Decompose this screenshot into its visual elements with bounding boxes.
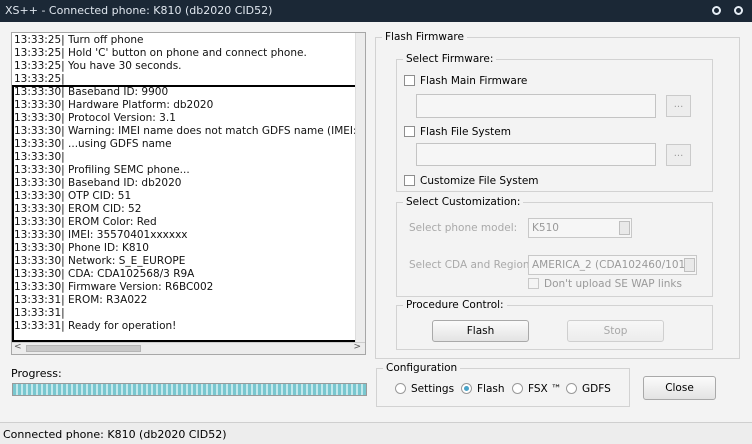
progress-bar [12,383,367,396]
browse-file-system-button[interactable]: ... [666,144,691,166]
radio-settings[interactable]: Settings [395,383,454,395]
phone-model-select[interactable]: K510 [528,218,632,238]
flash-button[interactable]: Flash [432,320,529,342]
log-horizontal-scrollbar[interactable]: < > [12,342,365,354]
title-bar: XS++ - Connected phone: K810 (db2020 CID… [0,0,752,22]
radio-gdfs[interactable]: GDFS [566,383,611,395]
phone-model-value: K510 [532,222,559,234]
flash-main-firmware-checkbox[interactable]: Flash Main Firmware [404,75,527,87]
select-customization-legend: Select Customization: [403,196,524,209]
cda-region-value: AMERICA_2 (CDA102460/101) [532,259,690,271]
radio-fsx[interactable]: FSX ™ [512,383,562,395]
radio-icon[interactable] [512,383,523,394]
scrollbar-thumb[interactable] [26,345,141,352]
cda-region-select[interactable]: AMERICA_2 (CDA102460/101) [528,255,697,275]
log-panel[interactable]: 13:33:25| Turn off phone 13:33:25| Hold '… [11,32,366,355]
main-firmware-path-field[interactable] [416,94,656,118]
procedure-control-legend: Procedure Control: [403,299,507,312]
progress-label: Progress: [11,367,62,380]
dropdown-arrow-icon[interactable] [684,258,695,272]
dont-upload-wap-checkbox[interactable]: Don't upload SE WAP links [528,278,682,290]
phone-model-label: Select phone model: [409,222,518,234]
flash-main-firmware-label: Flash Main Firmware [420,75,528,87]
dont-upload-wap-label: Don't upload SE WAP links [544,278,682,290]
scroll-left-icon[interactable]: < [14,342,22,352]
flash-firmware-legend: Flash Firmware [382,31,467,44]
radio-fsx-label: FSX ™ [528,383,562,395]
log-line: 13:33:25| Hold 'C' button on phone and c… [14,47,307,59]
radio-settings-label: Settings [411,383,455,395]
radio-flash[interactable]: Flash [461,383,505,395]
radio-flash-label: Flash [477,383,505,395]
select-firmware-legend: Select Firmware: [403,53,497,66]
cda-region-label: Select CDA and Region: [409,259,534,271]
log-line: 13:33:25| Turn off phone [14,34,144,46]
main-window: 13:33:25| Turn off phone 13:33:25| Hold '… [0,22,752,422]
file-system-path-field[interactable] [416,143,656,166]
log-highlight-box [12,85,357,342]
flash-file-system-label: Flash File System [420,126,511,138]
checkbox-icon[interactable] [404,175,415,186]
flash-file-system-checkbox[interactable]: Flash File System [404,126,511,138]
radio-icon[interactable] [395,383,406,394]
close-button[interactable]: Close [643,376,716,400]
checkbox-icon[interactable] [528,278,539,289]
window-title: XS++ - Connected phone: K810 (db2020 CID… [5,4,273,17]
log-vertical-scrollbar[interactable] [355,33,365,342]
log-line: 13:33:25| You have 30 seconds. [14,60,182,72]
configuration-legend: Configuration [383,362,461,375]
radio-gdfs-label: GDFS [582,383,611,395]
radio-icon[interactable] [566,383,577,394]
minimize-circle-icon[interactable] [712,6,721,15]
dropdown-arrow-icon[interactable] [619,221,630,235]
status-text: Connected phone: K810 (db2020 CID52) [3,428,227,441]
customize-file-system-label: Customize File System [420,175,539,187]
stop-button[interactable]: Stop [567,320,664,342]
browse-main-firmware-button[interactable]: ... [666,95,691,117]
scroll-right-icon[interactable]: > [353,342,361,352]
close-circle-icon[interactable] [734,6,743,15]
customize-file-system-checkbox[interactable]: Customize File System [404,175,539,187]
checkbox-icon[interactable] [404,126,415,137]
status-bar: Connected phone: K810 (db2020 CID52) [0,422,752,444]
radio-selected-icon[interactable] [461,383,472,394]
checkbox-icon[interactable] [404,75,415,86]
